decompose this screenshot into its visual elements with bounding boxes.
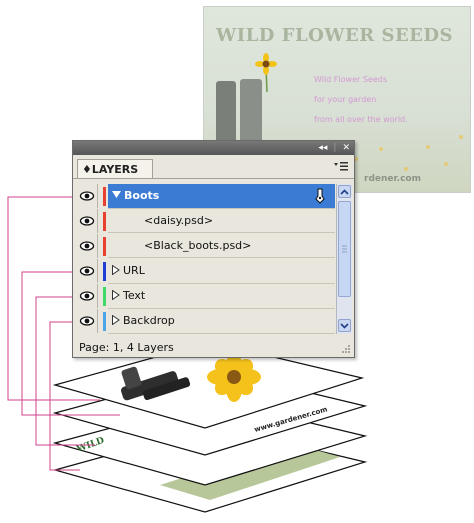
lock-toggle[interactable] [98,259,102,283]
visibility-toggle[interactable] [77,184,98,208]
scroll-thumb[interactable] [338,201,351,297]
lock-toggle[interactable] [98,184,102,208]
visibility-toggle[interactable] [77,284,98,308]
chevron-up-icon [340,188,349,195]
layer-name: Text [123,289,146,302]
eye-icon [79,291,95,301]
chevron-down-icon [340,322,349,329]
sublayer-row-black-boots[interactable]: <Black_boots.psd> [77,234,335,259]
layer-color-swatch [103,262,106,281]
scroll-up-button[interactable] [338,185,351,198]
layer-color-swatch [103,237,106,256]
lock-toggle[interactable] [98,209,102,233]
tab-layers[interactable]: ♦LAYERS [77,159,154,179]
layer-color-swatch [103,212,106,231]
layer-name: URL [123,264,145,277]
layer-name: Boots [124,189,160,202]
sublayer-row-daisy[interactable]: <daisy.psd> [77,209,335,234]
panel-menu-icon[interactable] [334,161,348,171]
eye-icon [79,191,95,201]
layer-name: <Black_boots.psd> [144,239,252,252]
expand-triangle-icon[interactable] [112,191,121,199]
panel-title-bar[interactable]: ◂◂ | ✕ [73,141,354,155]
lock-toggle[interactable] [98,284,102,308]
layer-row-text[interactable]: Text [77,284,335,309]
layers-scrollbar[interactable] [336,184,352,334]
layers-list: Boots <daisy.psd> <Black_boots.psd> URL … [77,184,335,334]
collapsed-triangle-icon[interactable] [112,265,120,275]
layer-color-swatch [103,312,106,331]
panel-status: Page: 1, 4 Layers [79,341,174,354]
eye-icon [79,241,95,251]
visibility-toggle[interactable] [77,209,98,233]
layers-panel: ◂◂ | ✕ ♦LAYERS Boots <daisy.psd> <Black_… [72,140,355,358]
close-icon[interactable]: ✕ [342,141,350,155]
visibility-toggle[interactable] [77,309,98,333]
visibility-toggle[interactable] [77,234,98,258]
layer-name: Backdrop [123,314,175,327]
layer-color-swatch [103,187,106,206]
collapsed-triangle-icon[interactable] [112,315,120,325]
pen-icon [315,188,325,204]
collapsed-triangle-icon[interactable] [112,290,120,300]
layer-row-url[interactable]: URL [77,259,335,284]
layer-color-swatch [103,287,106,306]
eye-icon [79,316,95,326]
visibility-toggle[interactable] [77,259,98,283]
scroll-down-button[interactable] [338,319,351,332]
lock-toggle[interactable] [98,309,102,333]
layer-row-boots[interactable]: Boots [77,184,335,209]
layer-row-backdrop[interactable]: Backdrop [77,309,335,334]
resize-grip-icon[interactable] [341,344,351,354]
collapse-icon[interactable]: ◂◂ [318,141,327,155]
eye-icon [79,216,95,226]
eye-icon [79,266,95,276]
lock-toggle[interactable] [98,234,102,258]
layer-name: <daisy.psd> [144,214,214,227]
